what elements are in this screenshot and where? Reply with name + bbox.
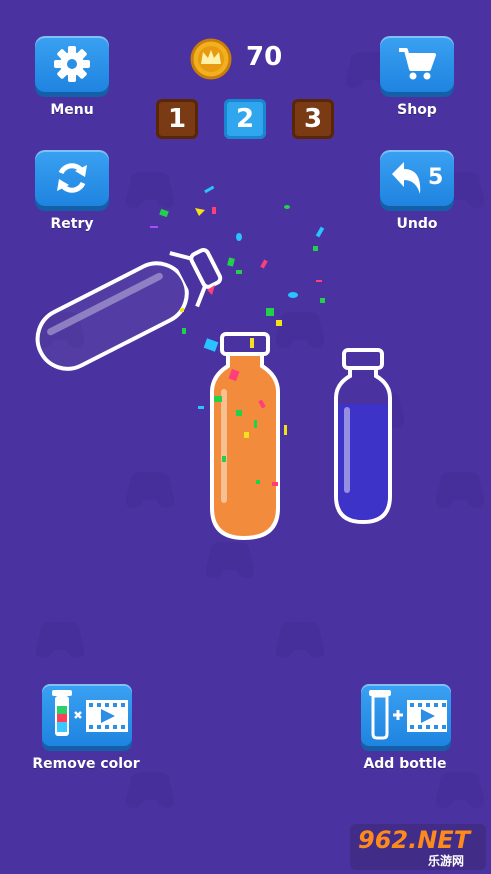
shop-button[interactable] (380, 36, 454, 92)
gear-icon (54, 46, 90, 82)
game-board (27, 185, 392, 541)
menu-button[interactable] (35, 36, 109, 92)
watermark-subtitle: 乐游网 (428, 854, 465, 868)
blue-bottle[interactable] (334, 348, 392, 525)
remove-color-icon (52, 690, 128, 736)
remove-color-label: Remove color (32, 756, 140, 772)
add-bottle-icon (369, 690, 447, 740)
shop-label: Shop (397, 102, 437, 118)
level-1-button[interactable]: 1 (156, 99, 198, 139)
coin-count: 70 (246, 42, 283, 72)
cart-icon (399, 48, 436, 80)
add-bottle-label: Add bottle (363, 756, 447, 772)
level-3-button[interactable]: 3 (292, 99, 334, 139)
level-2-button[interactable]: 2 (224, 99, 266, 139)
watermark-logo: 962.NET (358, 826, 471, 854)
remove-color-button[interactable] (42, 684, 132, 746)
tilted-empty-bottle[interactable] (27, 238, 227, 380)
add-bottle-button[interactable] (361, 684, 451, 746)
crown-coin-icon (190, 38, 232, 80)
menu-label: Menu (50, 102, 94, 118)
